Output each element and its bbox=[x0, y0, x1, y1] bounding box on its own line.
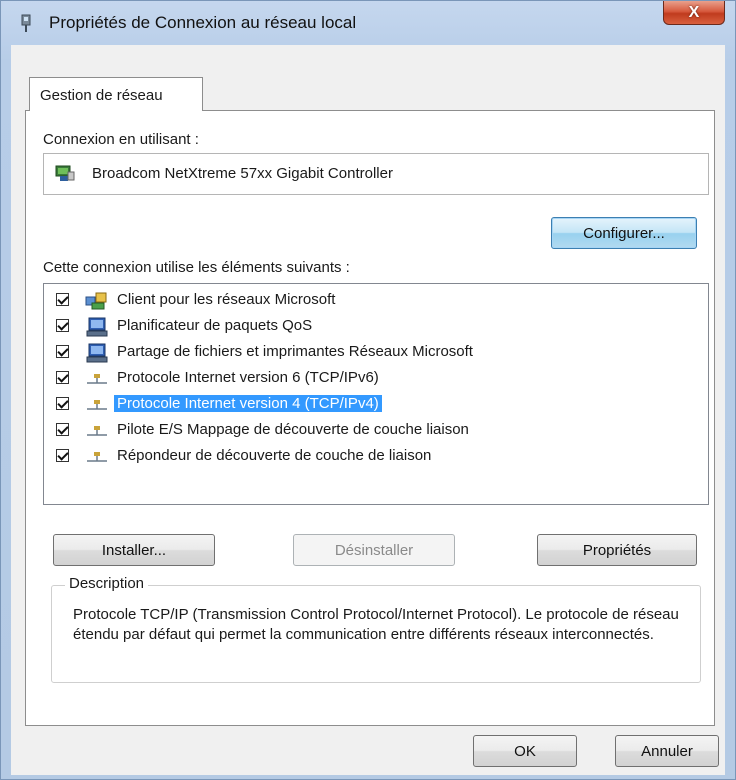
uninstall-button[interactable]: Désinstaller bbox=[293, 534, 455, 566]
list-item-label: Partage de fichiers et imprimantes Résea… bbox=[117, 343, 473, 360]
window-title: Propriétés de Connexion au réseau local bbox=[49, 13, 357, 32]
adapter-name: Broadcom NetXtreme 57xx Gigabit Controll… bbox=[92, 165, 393, 182]
service-icon bbox=[86, 317, 108, 337]
checkbox[interactable] bbox=[56, 345, 69, 358]
items-label: Cette connexion utilise les éléments sui… bbox=[43, 259, 350, 276]
list-item[interactable]: Planificateur de paquets QoS bbox=[44, 314, 704, 340]
install-button[interactable]: Installer... bbox=[53, 534, 215, 566]
network-adapter-icon bbox=[55, 165, 75, 181]
protocol-icon bbox=[87, 400, 107, 410]
checkbox[interactable] bbox=[56, 293, 69, 306]
network-connection-icon bbox=[21, 14, 31, 32]
properties-button[interactable]: Propriétés bbox=[537, 534, 697, 566]
list-item[interactable]: Pilote E/S Mappage de découverte de couc… bbox=[44, 418, 704, 444]
description-text: Protocole TCP/IP (Transmission Control P… bbox=[73, 606, 679, 643]
close-button[interactable]: X bbox=[663, 1, 725, 25]
list-item-selected[interactable]: Protocole Internet version 4 (TCP/IPv4) bbox=[44, 392, 704, 418]
list-item-label: Planificateur de paquets QoS bbox=[117, 317, 313, 334]
list-item-label: Protocole Internet version 4 (TCP/IPv4) bbox=[114, 395, 382, 412]
close-icon: X bbox=[688, 3, 700, 21]
list-item-label: Répondeur de découverte de couche de lia… bbox=[117, 447, 432, 464]
tab-networking[interactable]: Gestion de réseau bbox=[29, 77, 203, 111]
list-item-label: Pilote E/S Mappage de découverte de couc… bbox=[117, 421, 469, 438]
list-item-label: Protocole Internet version 6 (TCP/IPv6) bbox=[117, 369, 379, 386]
list-item[interactable]: Partage de fichiers et imprimantes Résea… bbox=[44, 340, 704, 366]
protocol-icon bbox=[87, 452, 107, 462]
description-legend: Description bbox=[65, 575, 149, 592]
list-item[interactable]: Répondeur de découverte de couche de lia… bbox=[44, 444, 704, 470]
checkbox[interactable] bbox=[56, 319, 69, 332]
network-client-icon bbox=[85, 292, 107, 310]
list-item[interactable]: Protocole Internet version 6 (TCP/IPv6) bbox=[44, 366, 704, 392]
dialog-client-area: Gestion de réseau Connexion en utilisant… bbox=[11, 45, 725, 775]
adapter-field: Broadcom NetXtreme 57xx Gigabit Controll… bbox=[43, 153, 709, 195]
list-item[interactable]: Client pour les réseaux Microsoft bbox=[44, 288, 704, 314]
configure-button[interactable]: Configurer... bbox=[551, 217, 697, 249]
checkbox[interactable] bbox=[56, 371, 69, 384]
list-item-label: Client pour les réseaux Microsoft bbox=[117, 291, 336, 308]
properties-window: Propriétés de Connexion au réseau local … bbox=[0, 0, 736, 780]
checkbox[interactable] bbox=[56, 449, 69, 462]
components-list[interactable]: Client pour les réseaux Microsoft Planif… bbox=[43, 283, 709, 505]
service-icon bbox=[86, 343, 108, 363]
checkbox[interactable] bbox=[56, 397, 69, 410]
connect-using-label: Connexion en utilisant : bbox=[43, 131, 199, 148]
protocol-icon bbox=[87, 374, 107, 384]
cancel-button[interactable]: Annuler bbox=[615, 735, 719, 767]
checkbox[interactable] bbox=[56, 423, 69, 436]
ok-button[interactable]: OK bbox=[473, 735, 577, 767]
protocol-icon bbox=[87, 426, 107, 436]
title-bar[interactable]: Propriétés de Connexion au réseau local … bbox=[1, 1, 735, 41]
